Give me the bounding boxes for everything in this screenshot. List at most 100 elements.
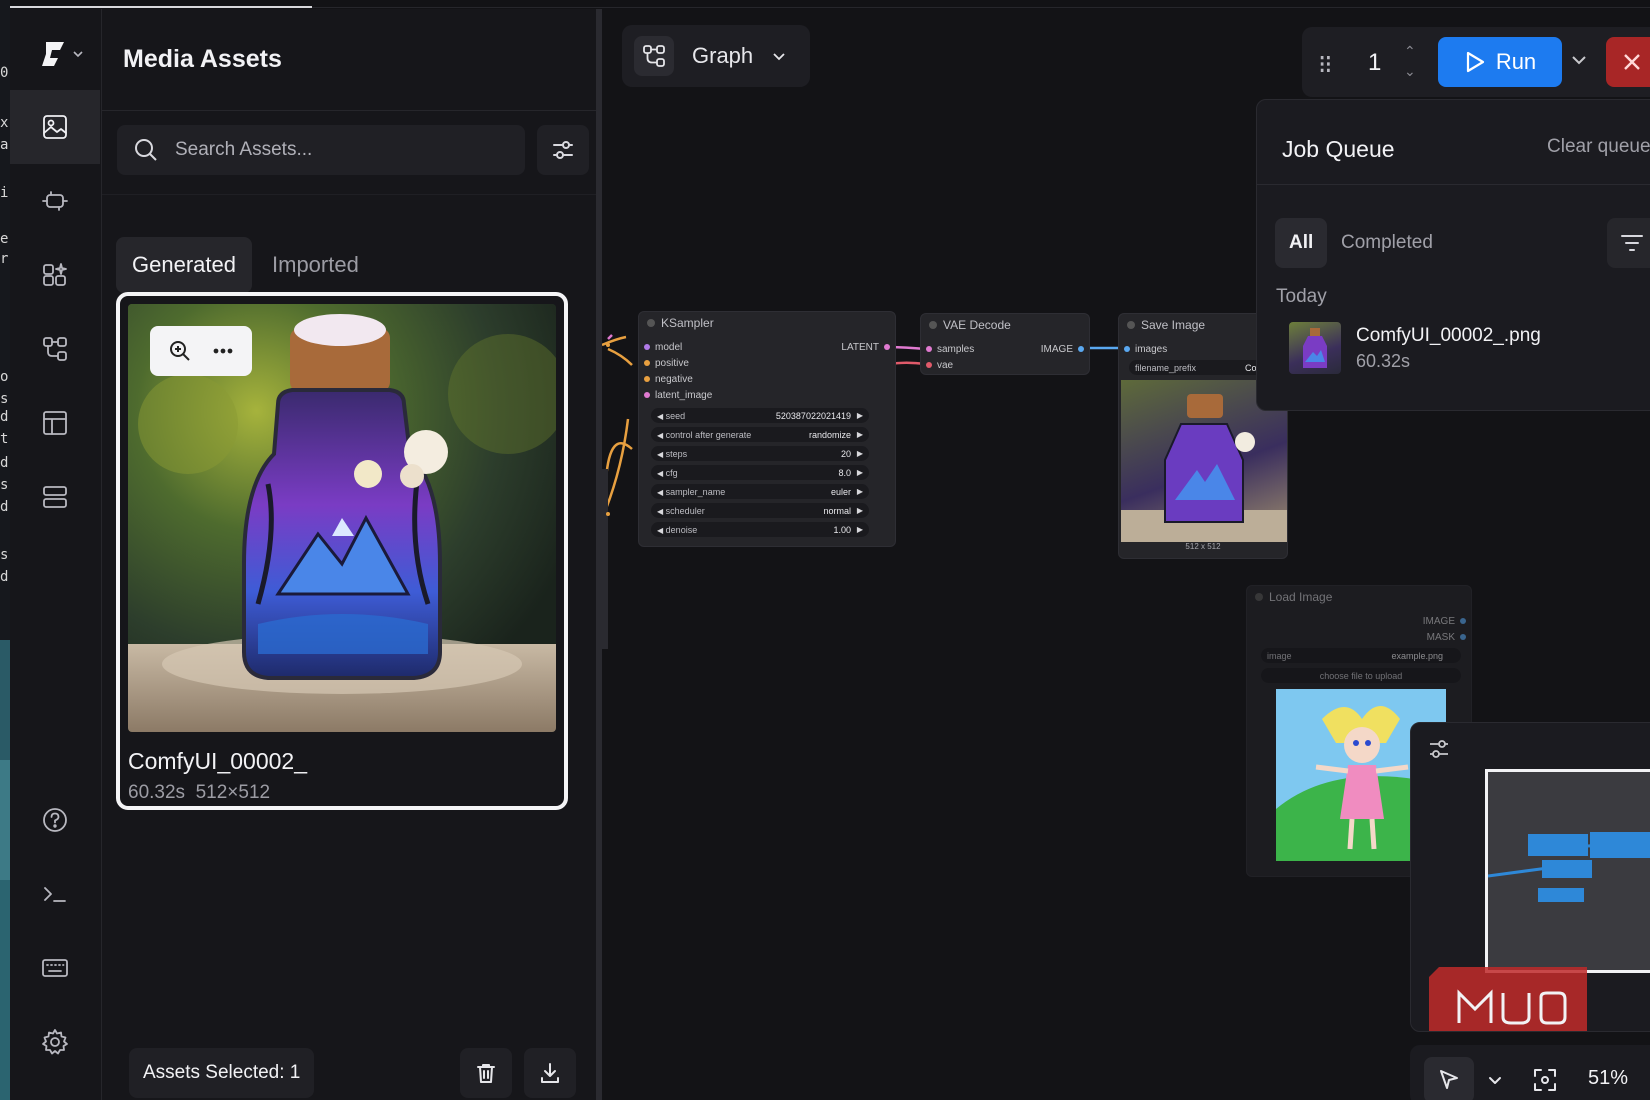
- batch-count-input[interactable]: 1: [1368, 49, 1381, 77]
- graph-canvas[interactable]: Graph KSampler model positive negative l…: [602, 9, 1650, 1100]
- increment-icon[interactable]: ▶: [857, 449, 863, 458]
- asset-card[interactable]: ComfyUI_00002_ 60.32s 512×512: [116, 292, 568, 810]
- job-name[interactable]: ComfyUI_00002_.png: [1356, 325, 1541, 347]
- increment-icon[interactable]: ▶: [857, 430, 863, 439]
- rail-models[interactable]: [10, 164, 100, 238]
- increment-icon[interactable]: ▶: [857, 525, 863, 534]
- clear-queue-button[interactable]: Clear queue: [1547, 136, 1650, 158]
- port-label: vae: [937, 360, 954, 371]
- widget-label: filename_prefix: [1135, 362, 1197, 373]
- rail-templates[interactable]: [10, 386, 100, 460]
- fit-view-icon[interactable]: [1532, 1067, 1558, 1093]
- increment-icon[interactable]: ▶: [857, 411, 863, 420]
- drag-handle-icon[interactable]: ⁝⁝: [1318, 49, 1332, 80]
- input-port-images[interactable]: images: [1119, 344, 1167, 355]
- run-options-dropdown[interactable]: [1568, 49, 1590, 76]
- widget-denoise[interactable]: ◀ denoise 1.00 ▶: [651, 522, 869, 537]
- rail-node-library[interactable]: [10, 238, 100, 312]
- minimap-viewport[interactable]: [1485, 769, 1650, 973]
- widget-label: ◀ denoise: [657, 524, 698, 535]
- queue-tab-all[interactable]: All: [1275, 218, 1328, 268]
- active-tab-indicator[interactable]: [10, 0, 312, 8]
- input-port-latent-image[interactable]: latent_image: [639, 390, 712, 401]
- increment-icon[interactable]: ▶: [857, 506, 863, 515]
- sliders-icon[interactable]: [1427, 737, 1451, 761]
- search-input[interactable]: [175, 139, 475, 161]
- rail-workflows[interactable]: [10, 312, 100, 386]
- rail-settings[interactable]: [10, 1005, 100, 1079]
- queue-filter-button[interactable]: [1607, 218, 1650, 268]
- queue-group-label: Today: [1276, 286, 1327, 307]
- vae-decode-node[interactable]: VAE Decode samples vae IMAGE: [920, 313, 1090, 375]
- node-collapse-dot[interactable]: [929, 321, 937, 329]
- rail-shortcuts[interactable]: [10, 931, 100, 1005]
- input-port-vae[interactable]: vae: [921, 360, 953, 371]
- chevron-up-icon[interactable]: ⌃: [1404, 41, 1416, 61]
- asset-thumbnail[interactable]: [128, 304, 556, 732]
- widget-control-after-generate[interactable]: ◀ control after generate randomize ▶: [651, 427, 869, 442]
- tab-generated[interactable]: Generated: [116, 237, 252, 293]
- comfy-logo-menu[interactable]: [40, 39, 90, 69]
- select-tool-button[interactable]: [1424, 1057, 1474, 1100]
- chevron-down-icon[interactable]: [1486, 1071, 1504, 1089]
- job-thumbnail[interactable]: [1289, 322, 1341, 374]
- decrement-icon[interactable]: ◀: [657, 507, 663, 516]
- ksampler-node[interactable]: KSampler model positive negative latent_…: [638, 311, 896, 547]
- zoom-level[interactable]: 51%: [1588, 1067, 1628, 1090]
- download-button[interactable]: [524, 1048, 576, 1098]
- increment-icon[interactable]: ▶: [857, 468, 863, 477]
- widget-cfg[interactable]: ◀ cfg 8.0 ▶: [651, 465, 869, 480]
- widget-steps[interactable]: ◀ steps 20 ▶: [651, 446, 869, 461]
- upload-button[interactable]: choose file to upload: [1261, 668, 1461, 683]
- widget-sampler-name[interactable]: ◀ sampler_name euler ▶: [651, 484, 869, 499]
- more-options-icon[interactable]: [211, 339, 235, 363]
- decrement-icon[interactable]: ◀: [657, 488, 663, 497]
- node-header[interactable]: Load Image: [1247, 586, 1471, 608]
- node-collapse-dot[interactable]: [647, 319, 655, 327]
- chevron-down-icon[interactable]: ⌄: [1404, 61, 1416, 81]
- decrement-icon[interactable]: ◀: [657, 450, 663, 459]
- widget-scheduler[interactable]: ◀ scheduler normal ▶: [651, 503, 869, 518]
- nodes-icon: [43, 263, 67, 286]
- run-button[interactable]: Run: [1438, 37, 1562, 87]
- filter-settings-button[interactable]: [537, 125, 589, 175]
- decrement-icon[interactable]: ◀: [657, 412, 663, 421]
- input-port-positive[interactable]: positive: [639, 358, 689, 369]
- output-port-image[interactable]: IMAGE: [1041, 344, 1089, 355]
- decrement-icon[interactable]: ◀: [657, 431, 663, 440]
- batch-count-stepper[interactable]: ⌃ ⌄: [1404, 41, 1416, 81]
- image-widget[interactable]: image example.png: [1261, 648, 1461, 663]
- minimap[interactable]: [1410, 722, 1650, 1032]
- output-port-latent[interactable]: LATENT: [841, 342, 895, 353]
- rail-terminal[interactable]: [10, 857, 100, 931]
- decrement-icon[interactable]: ◀: [657, 469, 663, 478]
- cancel-run-button[interactable]: [1606, 37, 1650, 87]
- rail-queue[interactable]: [10, 460, 100, 534]
- minimap-nodes: [1487, 832, 1650, 902]
- zoom-in-icon[interactable]: [168, 339, 192, 363]
- widget-value: 8.0: [838, 467, 851, 478]
- input-port-negative[interactable]: negative: [639, 374, 693, 385]
- input-port-model[interactable]: model: [639, 342, 682, 353]
- port-label: IMAGE: [1040, 344, 1073, 355]
- queue-tab-completed[interactable]: Completed: [1327, 218, 1447, 268]
- rail-help[interactable]: [10, 783, 100, 857]
- widget-value: 1.00: [833, 524, 851, 535]
- increment-icon[interactable]: ▶: [857, 487, 863, 496]
- tab-imported[interactable]: Imported: [256, 237, 375, 293]
- node-header[interactable]: VAE Decode: [921, 314, 1089, 336]
- rail-media-assets[interactable]: [10, 90, 100, 164]
- decrement-icon[interactable]: ◀: [657, 526, 663, 535]
- node-header[interactable]: KSampler: [639, 312, 895, 334]
- bottle-image: [1303, 328, 1327, 368]
- node-collapse-dot[interactable]: [1255, 593, 1263, 601]
- delete-button[interactable]: [460, 1048, 512, 1098]
- output-port-image[interactable]: IMAGE: [1423, 616, 1471, 627]
- widget-seed[interactable]: ◀ seed 520387022021419 ▶: [651, 408, 869, 423]
- node-collapse-dot[interactable]: [1127, 321, 1135, 329]
- terminal-edge: 0xa ier osd tds dsd: [0, 0, 10, 1100]
- output-port-mask[interactable]: MASK: [1427, 632, 1471, 643]
- input-port-samples[interactable]: samples: [921, 344, 974, 355]
- search-icon: [135, 139, 157, 161]
- port-label: latent_image: [655, 390, 713, 401]
